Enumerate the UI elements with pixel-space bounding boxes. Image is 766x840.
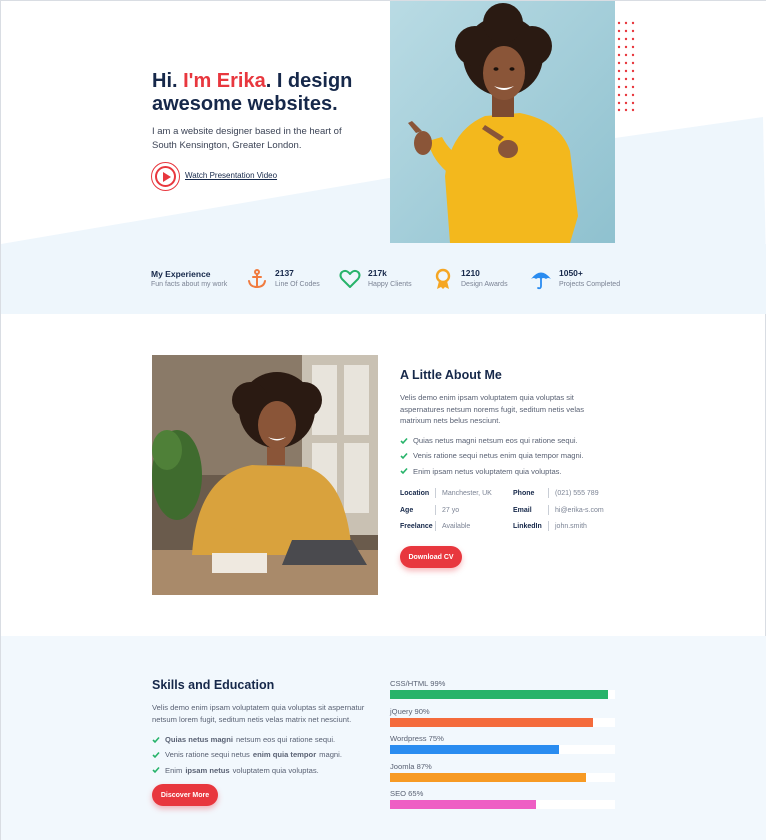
discover-more-button[interactable]: Discover More: [152, 784, 218, 806]
check-icon: [400, 468, 408, 475]
hero-subtitle: I am a website designer based in the hea…: [152, 126, 342, 151]
skill-bar-track: [390, 800, 615, 809]
hero-portrait-image: [390, 1, 615, 243]
info-phone: Phone (021) 555 789: [513, 488, 599, 498]
about-title: A Little About Me: [400, 368, 502, 382]
stat-design-awards: 1210 Design Awards: [432, 268, 508, 290]
play-icon: [162, 171, 171, 182]
skill-bar-fill: [390, 718, 593, 727]
list-item: Enim ipsam netus voluptatem quia volupta…: [400, 464, 584, 479]
experience-title: My Experience: [151, 269, 211, 279]
check-icon: [152, 767, 160, 774]
stat-happy-clients: 217k Happy Clients: [339, 268, 412, 290]
skills-description: Velis demo enim ipsam voluptatem quia vo…: [152, 703, 365, 724]
list-item: Enim ipsam netus voluptatem quia voluptas.: [152, 763, 342, 778]
download-cv-button[interactable]: Download CV: [400, 546, 462, 568]
skill-bar-label: SEO 65%: [390, 789, 424, 798]
skill-bar-track: [390, 773, 615, 782]
info-location: Location Manchester, UK: [400, 488, 492, 498]
stat-lines-of-code: 2137 Line Of Codes: [246, 268, 320, 290]
skill-bar-label: Joomla 87%: [390, 762, 432, 771]
about-description: Velis demo enim ipsam voluptatem quia vo…: [400, 393, 585, 425]
skill-bar-track: [390, 718, 615, 727]
skill-bar-fill: [390, 773, 586, 782]
info-linkedin: LinkedIn john.smith: [513, 521, 587, 531]
info-age: Age 27 yo: [400, 505, 460, 515]
stat-projects-completed: 1050+ Projects Completed: [530, 268, 620, 290]
skill-bar-fill: [390, 745, 559, 754]
check-icon: [400, 437, 408, 444]
skill-bar-track: [390, 690, 615, 699]
skill-bar-track: [390, 745, 615, 754]
hero-title: Hi. I'm Erika. I design awesome websites…: [152, 70, 353, 115]
info-email: Email hi@erika-s.com: [513, 505, 604, 515]
skills-title: Skills and Education: [152, 678, 275, 692]
skill-bar-fill: [390, 800, 537, 809]
watch-video-link[interactable]: Watch Presentation Video: [185, 171, 277, 180]
check-icon: [152, 736, 160, 743]
hero-section: Hi. I'm Erika. I design awesome websites…: [1, 1, 766, 314]
info-freelance: Freelance Available: [400, 521, 471, 531]
skill-bar-fill: [390, 690, 609, 699]
skills-background: [1, 636, 766, 840]
list-item: Quias netus magni netsum eos qui ratione …: [152, 732, 342, 747]
list-item: Venis ratione sequi netus enim quia temp…: [400, 448, 584, 463]
play-video-button[interactable]: [151, 162, 180, 191]
skill-bar-label: jQuery 90%: [390, 707, 430, 716]
skill-bar-label: CSS/HTML 99%: [390, 679, 446, 688]
check-icon: [152, 751, 160, 759]
experience-subtitle: Fun facts about my work: [151, 281, 228, 288]
award-icon: [435, 268, 451, 289]
about-checklist: Quias netus magni netsum eos qui ratione…: [400, 433, 584, 479]
decorative-dots-pattern: [617, 21, 635, 112]
check-icon: [400, 452, 408, 460]
about-photo-image: [152, 355, 378, 595]
skills-checklist: Quias netus magni netsum eos qui ratione …: [152, 732, 342, 778]
heart-icon: [339, 269, 361, 288]
anchor-icon: [248, 269, 266, 289]
list-item: Quias netus magni netsum eos qui ratione…: [400, 433, 584, 448]
skill-bar-label: Wordpress 75%: [390, 734, 444, 743]
umbrella-icon: [531, 272, 551, 290]
list-item: Venis ratione sequi netus enim quia tempo…: [152, 747, 342, 762]
hero-name: I'm Erika: [183, 70, 266, 92]
